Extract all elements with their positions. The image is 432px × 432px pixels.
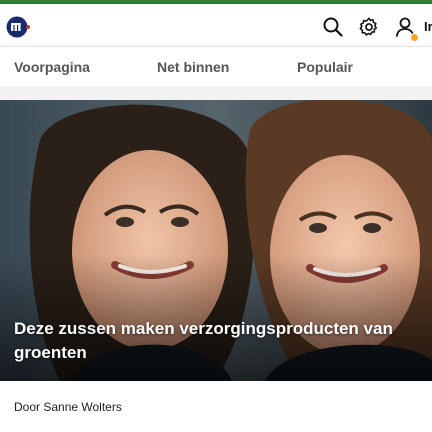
article-hero[interactable]: Deze zussen maken verzorgingsproducten v… bbox=[0, 100, 432, 381]
article-meta: Door Sanne Wolters bbox=[0, 381, 432, 432]
tab-populair[interactable]: Populair bbox=[297, 59, 353, 75]
search-button[interactable] bbox=[320, 14, 346, 40]
article-title[interactable]: Deze zussen maken verzorgingsproducten v… bbox=[14, 317, 424, 365]
section-tabs: Voorpagina Net binnen Populair bbox=[0, 46, 432, 86]
tab-net-binnen[interactable]: Net binnen bbox=[157, 59, 229, 75]
gear-icon bbox=[359, 17, 378, 36]
content-gap bbox=[0, 86, 432, 100]
search-icon bbox=[323, 17, 343, 37]
account-label[interactable]: Ir bbox=[424, 19, 432, 34]
nu-logo[interactable] bbox=[6, 15, 30, 39]
tab-voorpagina[interactable]: Voorpagina bbox=[14, 59, 90, 75]
notification-badge bbox=[410, 33, 419, 42]
settings-button[interactable] bbox=[356, 14, 382, 40]
article-byline: Door Sanne Wolters bbox=[14, 400, 122, 414]
app-header: Ir bbox=[0, 4, 432, 46]
